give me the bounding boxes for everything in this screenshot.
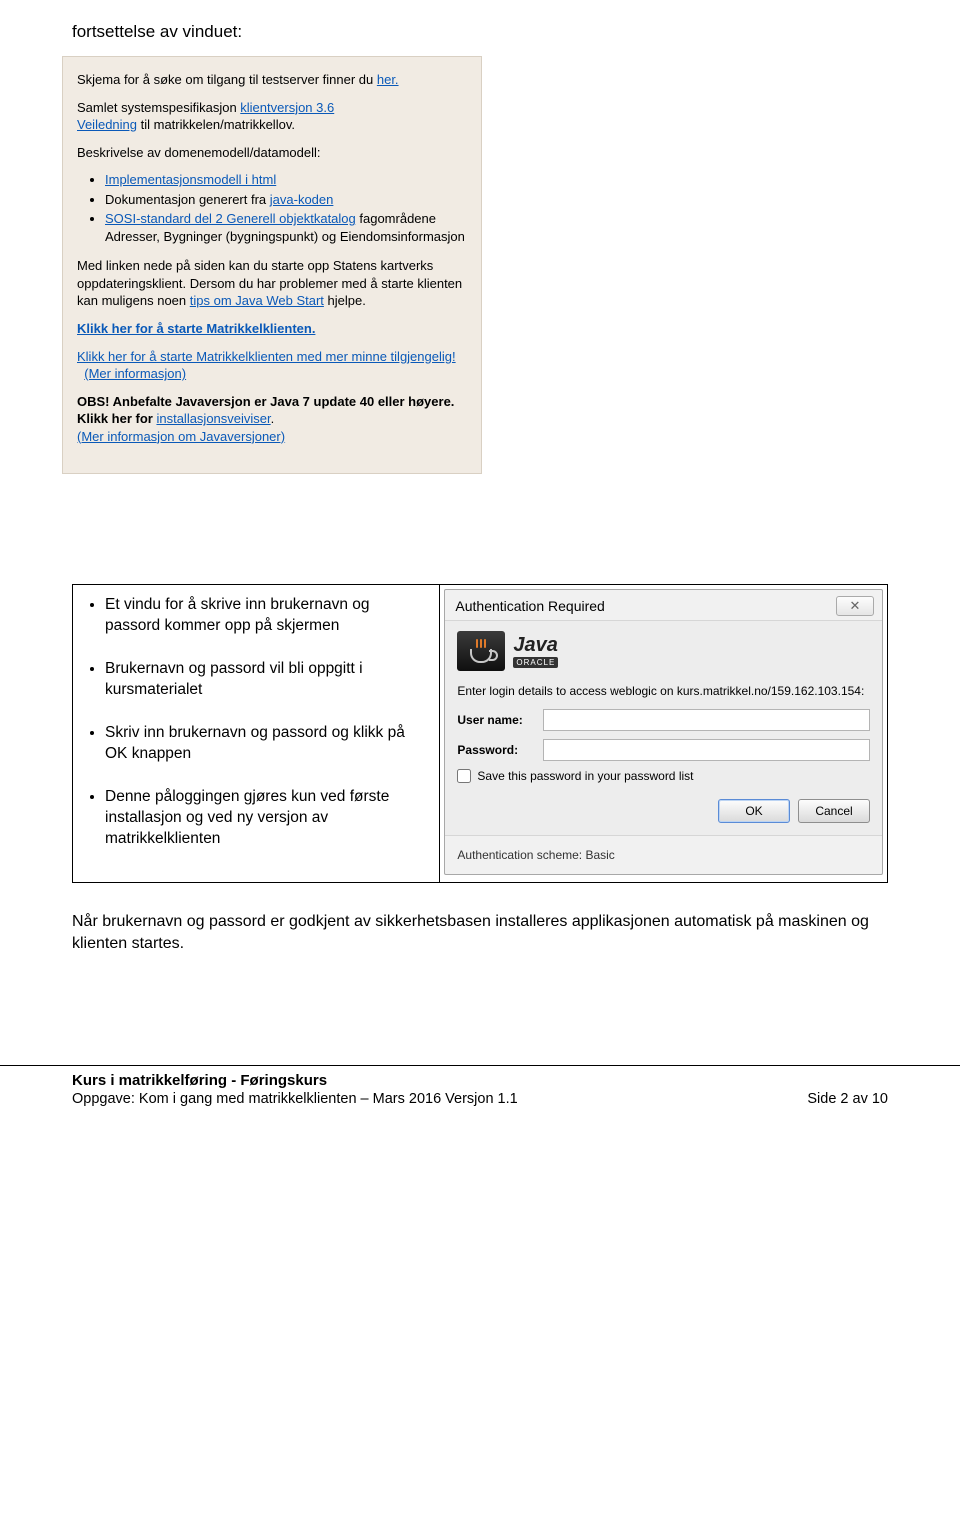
username-label: User name: xyxy=(457,713,543,727)
page-footer: Kurs i matrikkelføring - Føringskurs Opp… xyxy=(0,1065,960,1135)
link-her[interactable]: her. xyxy=(377,72,399,87)
text-block: Med linken nede på siden kan du starte o… xyxy=(77,257,467,310)
password-label: Password: xyxy=(457,743,543,757)
text: Dokumentasjon generert fra xyxy=(105,192,270,207)
text: hjelpe. xyxy=(324,293,366,308)
java-cup-icon xyxy=(457,631,505,671)
start-client-more-mem: Klikk her for å starte Matrikkelklienten… xyxy=(77,348,467,383)
bullet-item: Et vindu for å skrive inn brukernavn og … xyxy=(105,595,425,637)
username-row: User name: xyxy=(457,709,870,731)
auth-dialog: Authentication Required ✕ Java ORACLE xyxy=(444,589,883,875)
footer-task-line: Oppgave: Kom i gang med matrikkelkliente… xyxy=(72,1091,518,1107)
start-client-link[interactable]: Klikk her for å starte Matrikkelklienten… xyxy=(77,320,467,338)
dialog-footer: Authentication scheme: Basic xyxy=(445,835,882,874)
password-row: Password: xyxy=(457,739,870,761)
link-klientversjon[interactable]: klientversjon 3.6 xyxy=(240,100,334,115)
text: . xyxy=(271,411,275,426)
close-icon: ✕ xyxy=(850,598,861,614)
instruction-cell: Et vindu for å skrive inn brukernavn og … xyxy=(72,584,439,882)
text-block: Samlet systemspesifikasjon klientversjon… xyxy=(77,99,467,134)
dialog-button-row: OK Cancel xyxy=(457,799,870,823)
dialog-titlebar: Authentication Required ✕ xyxy=(445,590,882,620)
java-wordmark: Java xyxy=(513,634,558,657)
close-button[interactable]: ✕ xyxy=(836,596,874,616)
java-brand-row: Java ORACLE xyxy=(457,631,870,671)
save-password-label: Save this password in your password list xyxy=(477,769,693,783)
cancel-button[interactable]: Cancel xyxy=(798,799,870,823)
text: Skjema for å søke om tilgang til testser… xyxy=(77,72,377,87)
link-impl-model[interactable]: Implementasjonsmodell i html xyxy=(105,172,276,187)
dialog-prompt-text: Enter login details to access weblogic o… xyxy=(457,683,870,699)
text: Samlet systemspesifikasjon xyxy=(77,100,240,115)
link-start-klient[interactable]: Klikk her for å starte Matrikkelklienten… xyxy=(77,321,315,336)
embedded-web-panel: Skjema for å søke om tilgang til testser… xyxy=(62,56,482,474)
link-mer-info-java[interactable]: (Mer informasjon om Javaversjoner) xyxy=(77,429,285,444)
text-block: Skjema for å søke om tilgang til testser… xyxy=(77,71,467,89)
link-mer-informasjon[interactable]: (Mer informasjon) xyxy=(84,366,186,381)
link-start-klient-mer-minne[interactable]: Klikk her for å starte Matrikkelklienten… xyxy=(77,349,456,364)
bullet-item: Brukernavn og passord vil bli oppgitt i … xyxy=(105,659,425,701)
page-continuation-note: fortsettelse av vinduet: xyxy=(0,0,960,50)
dialog-body: Java ORACLE Enter login details to acces… xyxy=(445,620,882,835)
oracle-label: ORACLE xyxy=(513,657,558,668)
post-table-paragraph: Når brukernavn og passord er godkjent av… xyxy=(72,911,888,956)
link-java-webstart-tips[interactable]: tips om Java Web Start xyxy=(190,293,324,308)
bullet-item: Denne påloggingen gjøres kun ved første … xyxy=(105,787,425,850)
instruction-table: Et vindu for å skrive inn brukernavn og … xyxy=(72,584,888,882)
bullet-item: Skriv inn brukernavn og passord og klikk… xyxy=(105,723,425,765)
obs-block: OBS! Anbefalte Javaversjon er Java 7 upd… xyxy=(77,393,467,446)
list-item: SOSI-standard del 2 Generell objektkatal… xyxy=(105,210,467,245)
link-sosi-standard[interactable]: SOSI-standard del 2 Generell objektkatal… xyxy=(105,211,356,226)
java-brand-text: Java ORACLE xyxy=(513,634,558,668)
link-java-koden[interactable]: java-koden xyxy=(270,192,334,207)
username-input[interactable] xyxy=(543,709,870,731)
text: til matrikkelen/matrikkellov. xyxy=(137,117,295,132)
password-input[interactable] xyxy=(543,739,870,761)
dialog-cell: Authentication Required ✕ Java ORACLE xyxy=(439,584,888,882)
ok-button[interactable]: OK xyxy=(718,799,790,823)
link-installasjonsveiviser[interactable]: installasjonsveiviser xyxy=(156,411,270,426)
footer-course-title: Kurs i matrikkelføring - Føringskurs xyxy=(72,1072,888,1089)
list-item: Implementasjonsmodell i html xyxy=(105,171,467,189)
save-password-checkbox[interactable] xyxy=(457,769,471,783)
footer-page-number: Side 2 av 10 xyxy=(807,1091,888,1107)
dialog-title-text: Authentication Required xyxy=(455,598,604,614)
list-item: Dokumentasjon generert fra java-koden xyxy=(105,191,467,209)
link-veiledning[interactable]: Veiledning xyxy=(77,117,137,132)
save-password-row: Save this password in your password list xyxy=(457,769,870,783)
text-block: Beskrivelse av domenemodell/datamodell: xyxy=(77,144,467,162)
model-list: Implementasjonsmodell i html Dokumentasj… xyxy=(105,171,467,245)
